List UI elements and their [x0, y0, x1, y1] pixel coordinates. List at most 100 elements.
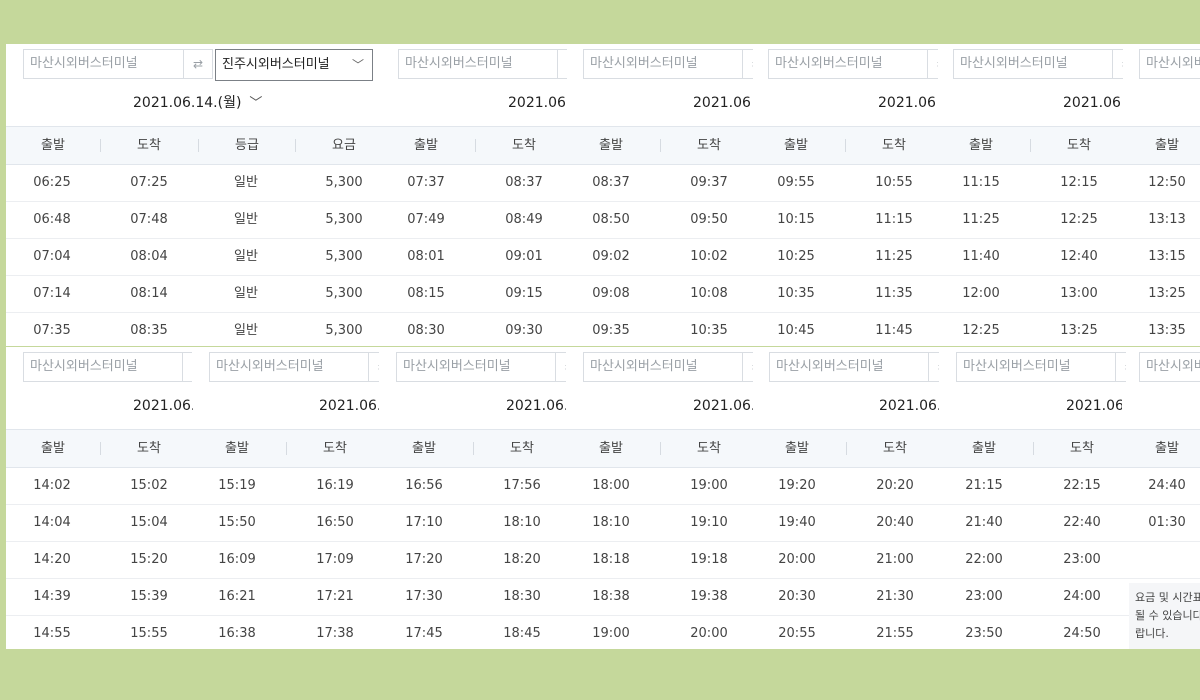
- swap-arrows-icon[interactable]: ⇄: [742, 49, 753, 79]
- origin-input[interactable]: 마산시외버스터미널: [768, 49, 927, 79]
- departure-time: 07:14: [33, 286, 71, 301]
- header-arrival: 도착: [1070, 441, 1094, 456]
- arrival-time: 09:01: [505, 249, 543, 264]
- date-selector[interactable]: 2021.06.14.(월) ﹀: [133, 86, 283, 120]
- route-selector: 마산시외버스터미널 ⇄: [583, 352, 753, 384]
- departure-time: 14:20: [33, 552, 71, 567]
- date-label[interactable]: 2021.06.: [1063, 86, 1121, 120]
- table-row[interactable]: 14:04 15:04 15:50 16:50 17:10 18:10 18:1…: [6, 504, 1200, 542]
- swap-arrows-icon[interactable]: ⇄: [557, 49, 567, 79]
- arrival-time: 08:14: [130, 286, 168, 301]
- departure-time: 13:13: [1148, 212, 1186, 227]
- origin-input[interactable]: 마산시외버스터미널: [769, 352, 928, 382]
- notice-line: 랍니다.: [1135, 627, 1169, 640]
- timetable-panel-bottom: 마산시외버스터미널 ⇄ 마산시외버스터미널 ⇄ 마산시외버스터미널 ⇄ 마산시외…: [6, 347, 1200, 649]
- departure-time: 06:48: [33, 212, 71, 227]
- origin-input[interactable]: 마산시외버스터미널: [209, 352, 368, 382]
- departure-time: 17:10: [405, 515, 443, 530]
- date-label[interactable]: 2021.06.: [693, 389, 753, 423]
- departure-time: 14:04: [33, 515, 71, 530]
- arrival-time: 10:02: [690, 249, 728, 264]
- header-arrival: 도착: [512, 138, 536, 153]
- table-row[interactable]: 14:39 15:39 16:21 17:21 17:30 18:30 18:3…: [6, 578, 1200, 616]
- table-row[interactable]: 06:48 07:48 일반 5,300 07:49 08:49 08:50 0…: [6, 201, 1200, 239]
- swap-arrows-icon[interactable]: ⇄: [1112, 49, 1123, 79]
- origin-input[interactable]: 마산시외버스터미널: [583, 49, 742, 79]
- arrival-time: 12:15: [1060, 175, 1098, 190]
- swap-arrows-icon[interactable]: ⇄: [928, 352, 939, 382]
- origin-input[interactable]: 마산시외버스터미널: [1139, 352, 1200, 382]
- notice-line: 될 수 있습니다: [1135, 609, 1200, 622]
- table-row[interactable]: 14:20 15:20 16:09 17:09 17:20 18:20 18:1…: [6, 541, 1200, 579]
- swap-arrows-icon[interactable]: ⇄: [368, 352, 379, 382]
- table-row[interactable]: 07:04 08:04 일반 5,300 08:01 09:01 09:02 1…: [6, 238, 1200, 276]
- date-label[interactable]: 2021.06.: [508, 86, 566, 120]
- departure-time: 10:25: [777, 249, 815, 264]
- departure-time: 10:35: [777, 286, 815, 301]
- date-label[interactable]: 2021.06.: [693, 86, 751, 120]
- swap-arrows-icon[interactable]: ⇄: [1115, 352, 1126, 382]
- header-departure: 출발: [225, 441, 249, 456]
- origin-input[interactable]: 마산시외버스터미널: [1139, 49, 1200, 79]
- origin-input[interactable]: 마산시외버스터미널: [956, 352, 1115, 382]
- arrival-time: 10:55: [875, 175, 913, 190]
- table-row[interactable]: 14:55 15:55 16:38 17:38 17:45 18:45 19:0…: [6, 615, 1200, 649]
- origin-input[interactable]: 마산시외버스터미널: [953, 49, 1112, 79]
- header-arrival: 도착: [1067, 138, 1091, 153]
- header-divider: [295, 139, 296, 152]
- table-row[interactable]: 07:35 08:35 일반 5,300 08:30 09:30 09:35 1…: [6, 312, 1200, 346]
- chevron-down-icon: ﹀: [249, 96, 263, 111]
- departure-time: 12:50: [1148, 175, 1186, 190]
- arrival-time: 17:09: [316, 552, 354, 567]
- swap-arrows-icon[interactable]: ⇄: [555, 352, 566, 382]
- destination-select[interactable]: 진주시외버스터미널 ﹀: [215, 49, 373, 81]
- arrival-time: 15:20: [130, 552, 168, 567]
- departure-time: 13:15: [1148, 249, 1186, 264]
- date-label[interactable]: 2021.06: [1066, 389, 1122, 423]
- departure-time: 23:50: [965, 626, 1003, 641]
- arrival-time: 20:40: [876, 515, 914, 530]
- header-departure: 출발: [414, 138, 438, 153]
- table-row[interactable]: 06:25 07:25 일반 5,300 07:37 08:37 08:37 0…: [6, 164, 1200, 202]
- origin-input[interactable]: 마산시외버스터미널: [396, 352, 555, 382]
- header-departure: 출발: [969, 138, 993, 153]
- arrival-time: 23:00: [1063, 552, 1101, 567]
- origin-input[interactable]: 마산시외버스터미널: [23, 49, 183, 79]
- departure-time: 16:56: [405, 478, 443, 493]
- arrival-time: 12:25: [1060, 212, 1098, 227]
- swap-arrows-icon[interactable]: ⇄: [927, 49, 938, 79]
- origin-input[interactable]: 마산시외버스터미널: [23, 352, 182, 382]
- timetable-panel-top: 마산시외버스터미널 ⇄ 진주시외버스터미널 ﹀ 마산시외버스터미널 ⇄ 마산시외…: [6, 44, 1200, 346]
- header-arrival: 도착: [882, 138, 906, 153]
- date-label[interactable]: 2021.06.: [879, 389, 939, 423]
- header-arrival: 도착: [137, 138, 161, 153]
- departure-time: 10:45: [777, 323, 815, 338]
- header-divider: [846, 442, 847, 455]
- arrival-time: 08:35: [130, 323, 168, 338]
- swap-arrows-icon[interactable]: ⇄: [742, 352, 753, 382]
- arrival-time: 15:02: [130, 478, 168, 493]
- origin-input[interactable]: 마산시외버스터미널: [398, 49, 557, 79]
- grade: 일반: [234, 249, 258, 264]
- grade: 일반: [234, 212, 258, 227]
- route-selector: 마산시외버스터미널: [1139, 352, 1200, 384]
- table-row[interactable]: 14:02 15:02 15:19 16:19 16:56 17:56 18:0…: [6, 467, 1200, 505]
- departure-time: 18:00: [592, 478, 630, 493]
- date-label[interactable]: 2021.06.: [506, 389, 566, 423]
- arrival-time: 09:15: [505, 286, 543, 301]
- swap-arrows-icon[interactable]: ⇄: [183, 49, 213, 79]
- arrival-time: 15:39: [130, 589, 168, 604]
- departure-time: 09:08: [592, 286, 630, 301]
- date-label[interactable]: 2021.06.: [133, 389, 193, 423]
- grade: 일반: [234, 323, 258, 338]
- table-row[interactable]: 07:14 08:14 일반 5,300 08:15 09:15 09:08 1…: [6, 275, 1200, 313]
- date-label[interactable]: 2021.06.: [878, 86, 936, 120]
- departure-time: 14:39: [33, 589, 71, 604]
- departure-time: 22:00: [965, 552, 1003, 567]
- swap-arrows-icon[interactable]: ⇄: [182, 352, 192, 382]
- route-selector: 마산시외버스터미널 ⇄: [396, 352, 566, 384]
- arrival-time: 17:56: [503, 478, 541, 493]
- date-label[interactable]: 2021.06.: [319, 389, 379, 423]
- header-divider: [473, 442, 474, 455]
- origin-input[interactable]: 마산시외버스터미널: [583, 352, 742, 382]
